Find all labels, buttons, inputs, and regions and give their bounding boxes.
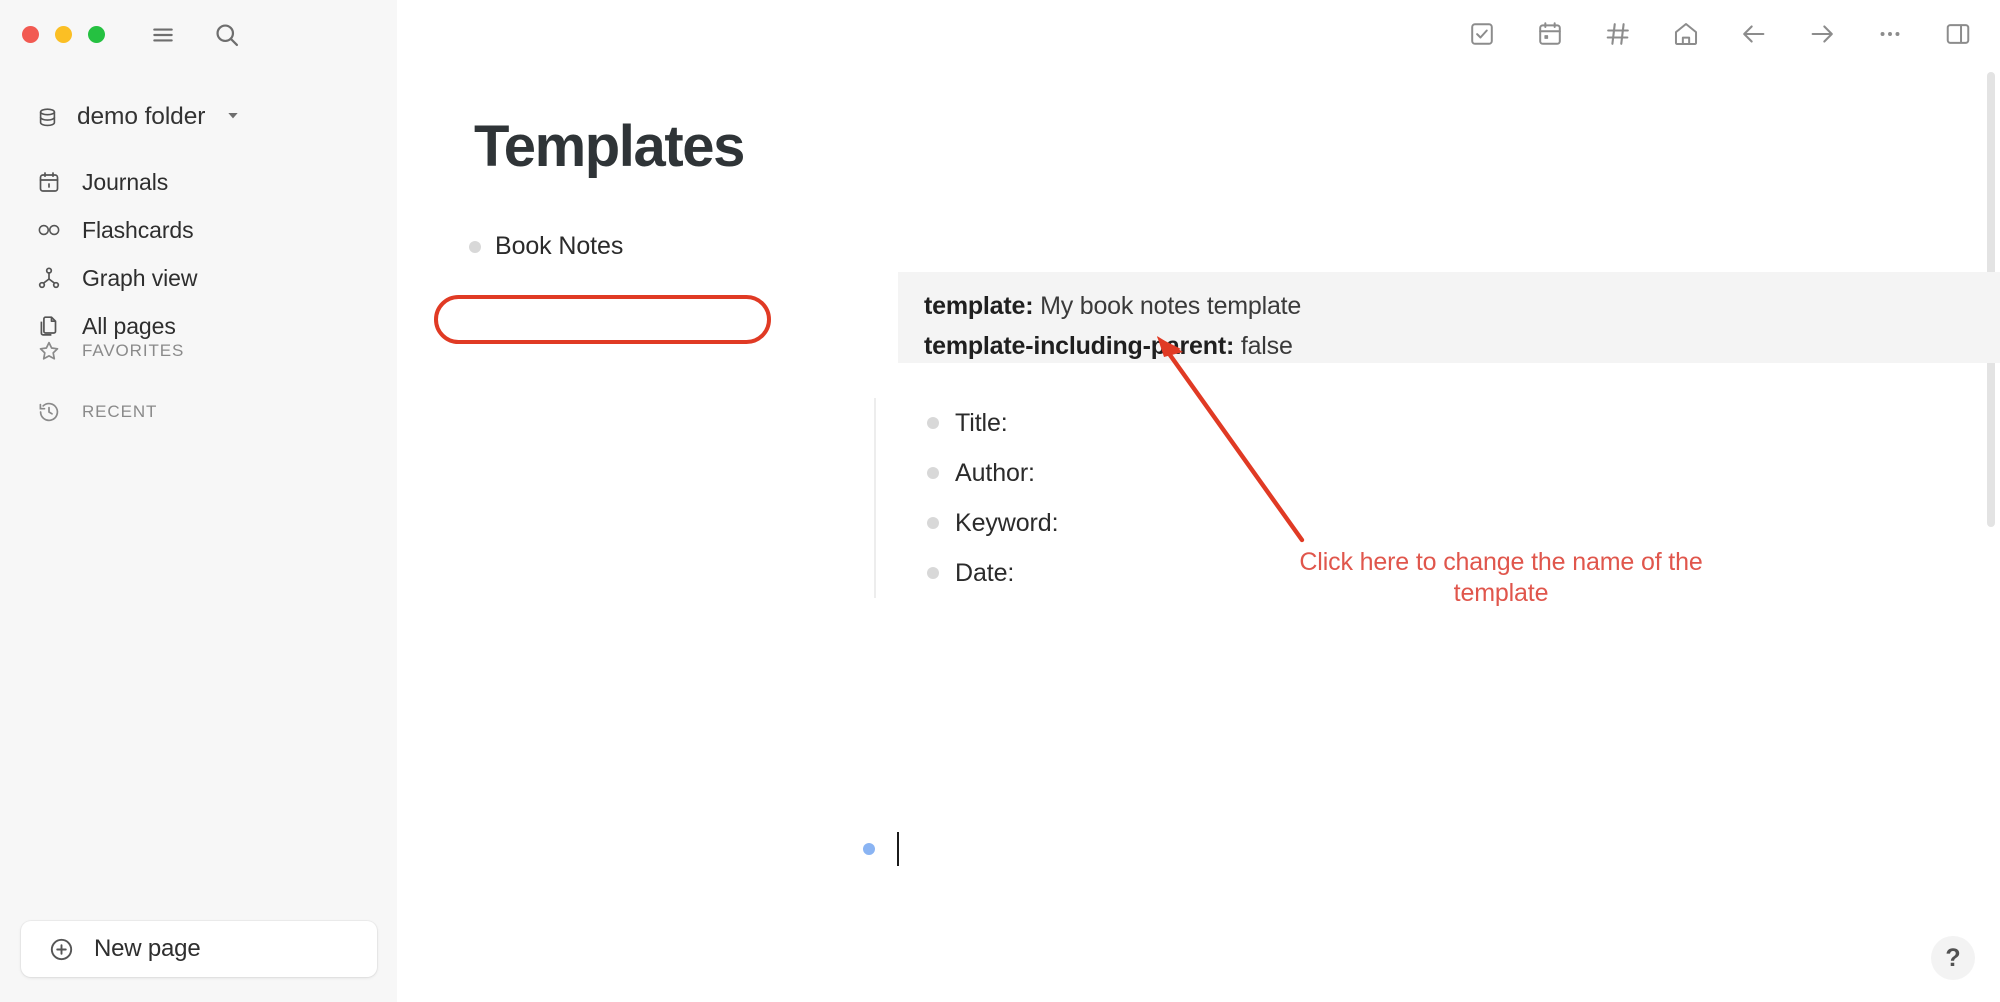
infinity-icon	[34, 215, 64, 245]
list-item[interactable]: Keyword:	[927, 498, 1059, 548]
window-close-button[interactable]	[22, 26, 39, 43]
list-item-label: Title:	[955, 408, 1008, 437]
graph-icon	[34, 263, 64, 293]
sidebar-section-favorites: FAVORITES	[26, 328, 366, 374]
sidebar-section-favorites-header[interactable]: FAVORITES	[26, 328, 366, 374]
annotation-arrow-line	[1162, 345, 1305, 543]
sidebar-item-journals[interactable]: Journals	[26, 158, 366, 206]
arrow-left-icon[interactable]	[1734, 14, 1774, 54]
block-bullet[interactable]	[469, 240, 481, 253]
block-text: Book Notes	[495, 232, 624, 260]
sidebar-nav: Journals Flashcards Graph view All pages	[26, 158, 366, 350]
new-page-label: New page	[94, 935, 201, 962]
sidebar-item-label: Journals	[82, 168, 169, 195]
property-key: template	[924, 292, 1026, 320]
sidebar-section-label: FAVORITES	[82, 341, 185, 360]
new-page-button[interactable]: New page	[21, 921, 377, 977]
sidebar: demo folder Journals Flashcards Graph vi…	[0, 0, 397, 1002]
block-bullet[interactable]	[927, 517, 939, 529]
star-icon	[34, 336, 64, 366]
sidebar-item-graph-view[interactable]: Graph view	[26, 254, 366, 302]
checkbox-icon[interactable]	[1462, 14, 1502, 54]
help-button[interactable]: ?	[1931, 936, 1975, 980]
sidebar-item-label: Flashcards	[82, 216, 194, 243]
database-icon	[32, 102, 62, 132]
block-bullet-active[interactable]	[863, 843, 875, 855]
property-row-template-including-parent[interactable]: template-including-parent: false	[924, 326, 2000, 366]
plus-circle-icon	[46, 934, 76, 964]
list-item-label: Date:	[955, 558, 1015, 587]
window-minimize-button[interactable]	[55, 26, 72, 43]
list-item[interactable]: Date:	[927, 548, 1058, 598]
calendar-icon	[34, 167, 64, 197]
property-value: false	[1240, 332, 1293, 360]
window-traffic-lights	[22, 26, 105, 43]
folder-name-label: demo folder	[77, 103, 206, 130]
sidebar-section-recent-header[interactable]: RECENT	[26, 389, 366, 435]
block-bullet[interactable]	[927, 417, 939, 429]
sidebar-item-flashcards[interactable]: Flashcards	[26, 206, 366, 254]
property-key: template-including-parent	[924, 332, 1226, 360]
home-icon[interactable]	[1666, 14, 1706, 54]
dots-icon[interactable]	[1870, 14, 1910, 54]
annotation-highlight-rect	[434, 295, 771, 344]
list-item[interactable]: Author:	[927, 448, 1058, 498]
page-title: Templates	[474, 114, 745, 179]
sidebar-section-recent: RECENT	[26, 389, 366, 435]
sidebar-item-label: Graph view	[82, 264, 198, 291]
arrow-right-icon[interactable]	[1802, 14, 1842, 54]
block-book-notes[interactable]: Book Notes	[469, 232, 623, 261]
history-icon	[34, 397, 64, 427]
sidebar-icon[interactable]	[1938, 14, 1978, 54]
text-cursor	[897, 832, 899, 866]
search-icon[interactable]	[212, 20, 242, 50]
calendar-icon[interactable]	[1530, 14, 1570, 54]
list-item[interactable]: Title:	[927, 398, 1058, 448]
sidebar-section-label: RECENT	[82, 402, 158, 421]
sidebar-top-icons	[148, 20, 242, 50]
block-bullet[interactable]	[927, 467, 939, 479]
app-window: demo folder Journals Flashcards Graph vi…	[0, 0, 2000, 1002]
window-maximize-button[interactable]	[88, 26, 105, 43]
list-item-label: Author:	[955, 458, 1035, 487]
empty-editing-block[interactable]	[863, 832, 899, 866]
top-toolbar	[1462, 14, 1978, 54]
hash-icon[interactable]	[1598, 14, 1638, 54]
property-row-template[interactable]: template: My book notes template	[924, 286, 2000, 326]
property-separator: :	[1225, 332, 1241, 360]
chevron-down-icon[interactable]	[225, 107, 241, 128]
menu-icon[interactable]	[148, 20, 178, 50]
list-item-label: Keyword:	[955, 508, 1059, 537]
block-bullet[interactable]	[927, 567, 939, 579]
block-properties-panel[interactable]: template: My book notes template templat…	[898, 272, 2000, 363]
property-value: My book notes template	[1040, 292, 1302, 320]
child-block-list: Title: Author: Keyword: Date:	[874, 398, 1059, 598]
folder-selector[interactable]: demo folder	[26, 98, 247, 136]
property-separator: :	[1025, 292, 1041, 320]
annotation-text: Click here to change the name of the tem…	[1299, 548, 1703, 607]
main-content: Templates Book Notes template: My book n…	[397, 0, 2000, 1002]
